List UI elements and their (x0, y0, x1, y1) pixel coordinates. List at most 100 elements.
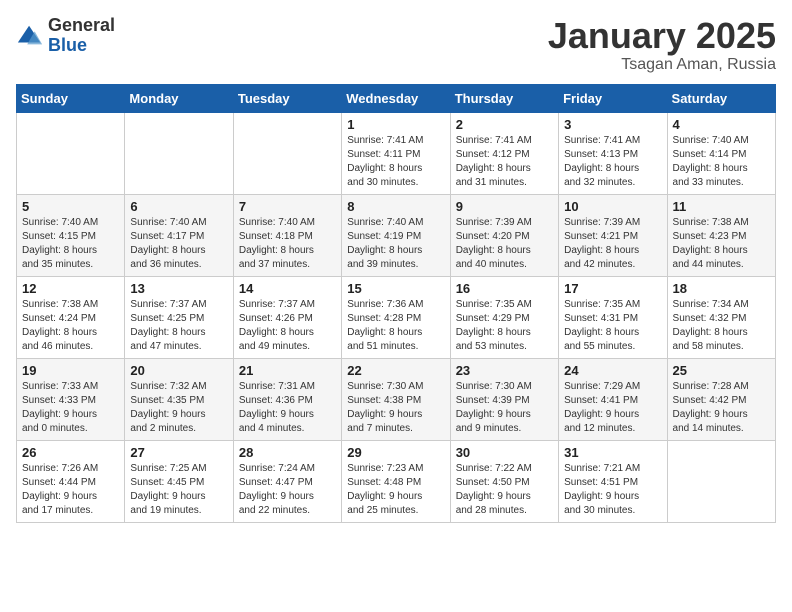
weekday-header: Sunday (17, 84, 125, 112)
day-info: Sunrise: 7:40 AM Sunset: 4:18 PM Dayligh… (239, 216, 336, 272)
calendar-cell (125, 112, 233, 194)
logo-blue: Blue (48, 36, 115, 56)
calendar-week-row: 5Sunrise: 7:40 AM Sunset: 4:15 PM Daylig… (17, 194, 776, 276)
calendar-cell: 13 Sunrise: 7:37 AM Sunset: 4:25 PM Dayli… (125, 276, 233, 358)
day-info: Sunrise: 7:35 AM Sunset: 4:31 PM Dayligh… (564, 298, 661, 354)
day-number: 27 (130, 445, 227, 460)
day-info: Sunrise: 7:38 AM Sunset: 4:23 PM Dayligh… (673, 216, 770, 272)
day-info: Sunrise: 7:41 AM Sunset: 4:13 PM Dayligh… (564, 134, 661, 190)
calendar-cell: 30Sunrise: 7:22 AM Sunset: 4:50 PM Dayli… (450, 440, 558, 522)
day-info: Sunrise: 7:21 AM Sunset: 4:51 PM Dayligh… (564, 462, 661, 518)
day-info: Sunrise: 7:40 AM Sunset: 4:14 PM Dayligh… (673, 134, 770, 190)
calendar-cell: 22 Sunrise: 7:30 AM Sunset: 4:38 PM Dayli… (342, 358, 450, 440)
day-info: Sunrise: 7:41 AM Sunset: 4:12 PM Dayligh… (456, 134, 553, 190)
calendar-cell: 27Sunrise: 7:25 AM Sunset: 4:45 PM Dayli… (125, 440, 233, 522)
day-number: 18 (673, 281, 770, 296)
day-info: Sunrise: 7:33 AM Sunset: 4:33 PM Dayligh… (22, 380, 119, 436)
calendar-cell: 29 Sunrise: 7:23 AM Sunset: 4:48 PM Dayli… (342, 440, 450, 522)
month-title: January 2025 (548, 16, 776, 56)
logo-text: General Blue (48, 16, 115, 56)
calendar-week-row: 26Sunrise: 7:26 AM Sunset: 4:44 PM Dayli… (17, 440, 776, 522)
weekday-header: Friday (559, 84, 667, 112)
calendar-cell: 28Sunrise: 7:24 AM Sunset: 4:47 PM Dayli… (233, 440, 341, 522)
day-number: 1 (347, 117, 444, 132)
day-number: 22 (347, 363, 444, 378)
title-area: January 2025 Tsagan Aman, Russia (548, 16, 776, 74)
calendar-week-row: 19 Sunrise: 7:33 AM Sunset: 4:33 PM Dayli… (17, 358, 776, 440)
calendar-cell: 6 Sunrise: 7:40 AM Sunset: 4:17 PM Daylig… (125, 194, 233, 276)
logo: General Blue (16, 16, 115, 56)
logo-icon (16, 22, 44, 50)
calendar-cell: 9 Sunrise: 7:39 AM Sunset: 4:20 PM Daylig… (450, 194, 558, 276)
day-info: Sunrise: 7:35 AM Sunset: 4:29 PM Dayligh… (456, 298, 553, 354)
day-info: Sunrise: 7:38 AM Sunset: 4:24 PM Dayligh… (22, 298, 119, 354)
day-number: 19 (22, 363, 119, 378)
calendar-cell: 18Sunrise: 7:34 AM Sunset: 4:32 PM Dayli… (667, 276, 775, 358)
day-number: 12 (22, 281, 119, 296)
calendar-cell: 5Sunrise: 7:40 AM Sunset: 4:15 PM Daylig… (17, 194, 125, 276)
calendar-cell (233, 112, 341, 194)
logo-general: General (48, 16, 115, 36)
day-info: Sunrise: 7:39 AM Sunset: 4:21 PM Dayligh… (564, 216, 661, 272)
calendar-cell: 20 Sunrise: 7:32 AM Sunset: 4:35 PM Dayli… (125, 358, 233, 440)
calendar-cell (17, 112, 125, 194)
day-number: 13 (130, 281, 227, 296)
day-info: Sunrise: 7:36 AM Sunset: 4:28 PM Dayligh… (347, 298, 444, 354)
day-number: 3 (564, 117, 661, 132)
calendar-cell: 15 Sunrise: 7:36 AM Sunset: 4:28 PM Dayli… (342, 276, 450, 358)
day-number: 6 (130, 199, 227, 214)
day-info: Sunrise: 7:39 AM Sunset: 4:20 PM Dayligh… (456, 216, 553, 272)
day-number: 30 (456, 445, 553, 460)
calendar-cell: 4Sunrise: 7:40 AM Sunset: 4:14 PM Daylig… (667, 112, 775, 194)
day-info: Sunrise: 7:30 AM Sunset: 4:39 PM Dayligh… (456, 380, 553, 436)
calendar-cell: 24Sunrise: 7:29 AM Sunset: 4:41 PM Dayli… (559, 358, 667, 440)
day-info: Sunrise: 7:40 AM Sunset: 4:17 PM Dayligh… (130, 216, 227, 272)
calendar-cell: 14Sunrise: 7:37 AM Sunset: 4:26 PM Dayli… (233, 276, 341, 358)
calendar-cell: 3 Sunrise: 7:41 AM Sunset: 4:13 PM Daylig… (559, 112, 667, 194)
weekday-header: Wednesday (342, 84, 450, 112)
day-number: 17 (564, 281, 661, 296)
day-info: Sunrise: 7:37 AM Sunset: 4:26 PM Dayligh… (239, 298, 336, 354)
calendar-week-row: 12 Sunrise: 7:38 AM Sunset: 4:24 PM Dayli… (17, 276, 776, 358)
calendar-cell: 17 Sunrise: 7:35 AM Sunset: 4:31 PM Dayli… (559, 276, 667, 358)
day-info: Sunrise: 7:37 AM Sunset: 4:25 PM Dayligh… (130, 298, 227, 354)
location-title: Tsagan Aman, Russia (548, 56, 776, 74)
calendar: SundayMondayTuesdayWednesdayThursdayFrid… (16, 84, 776, 523)
calendar-cell: 23 Sunrise: 7:30 AM Sunset: 4:39 PM Dayli… (450, 358, 558, 440)
day-number: 2 (456, 117, 553, 132)
day-number: 20 (130, 363, 227, 378)
calendar-cell: 10 Sunrise: 7:39 AM Sunset: 4:21 PM Dayli… (559, 194, 667, 276)
weekday-header-row: SundayMondayTuesdayWednesdayThursdayFrid… (17, 84, 776, 112)
calendar-cell: 26Sunrise: 7:26 AM Sunset: 4:44 PM Dayli… (17, 440, 125, 522)
day-info: Sunrise: 7:30 AM Sunset: 4:38 PM Dayligh… (347, 380, 444, 436)
day-number: 7 (239, 199, 336, 214)
day-info: Sunrise: 7:40 AM Sunset: 4:19 PM Dayligh… (347, 216, 444, 272)
day-info: Sunrise: 7:29 AM Sunset: 4:41 PM Dayligh… (564, 380, 661, 436)
day-info: Sunrise: 7:23 AM Sunset: 4:48 PM Dayligh… (347, 462, 444, 518)
day-info: Sunrise: 7:31 AM Sunset: 4:36 PM Dayligh… (239, 380, 336, 436)
calendar-cell (667, 440, 775, 522)
day-number: 28 (239, 445, 336, 460)
day-number: 25 (673, 363, 770, 378)
day-number: 23 (456, 363, 553, 378)
calendar-cell: 7 Sunrise: 7:40 AM Sunset: 4:18 PM Daylig… (233, 194, 341, 276)
day-number: 9 (456, 199, 553, 214)
day-info: Sunrise: 7:32 AM Sunset: 4:35 PM Dayligh… (130, 380, 227, 436)
day-number: 10 (564, 199, 661, 214)
day-info: Sunrise: 7:28 AM Sunset: 4:42 PM Dayligh… (673, 380, 770, 436)
page-header: General Blue January 2025 Tsagan Aman, R… (16, 16, 776, 74)
calendar-cell: 25 Sunrise: 7:28 AM Sunset: 4:42 PM Dayli… (667, 358, 775, 440)
calendar-cell: 8 Sunrise: 7:40 AM Sunset: 4:19 PM Daylig… (342, 194, 450, 276)
weekday-header: Tuesday (233, 84, 341, 112)
day-number: 16 (456, 281, 553, 296)
weekday-header: Saturday (667, 84, 775, 112)
weekday-header: Monday (125, 84, 233, 112)
day-number: 15 (347, 281, 444, 296)
day-number: 31 (564, 445, 661, 460)
calendar-cell: 1Sunrise: 7:41 AM Sunset: 4:11 PM Daylig… (342, 112, 450, 194)
day-number: 8 (347, 199, 444, 214)
day-number: 26 (22, 445, 119, 460)
day-number: 11 (673, 199, 770, 214)
day-number: 29 (347, 445, 444, 460)
calendar-cell: 16 Sunrise: 7:35 AM Sunset: 4:29 PM Dayli… (450, 276, 558, 358)
